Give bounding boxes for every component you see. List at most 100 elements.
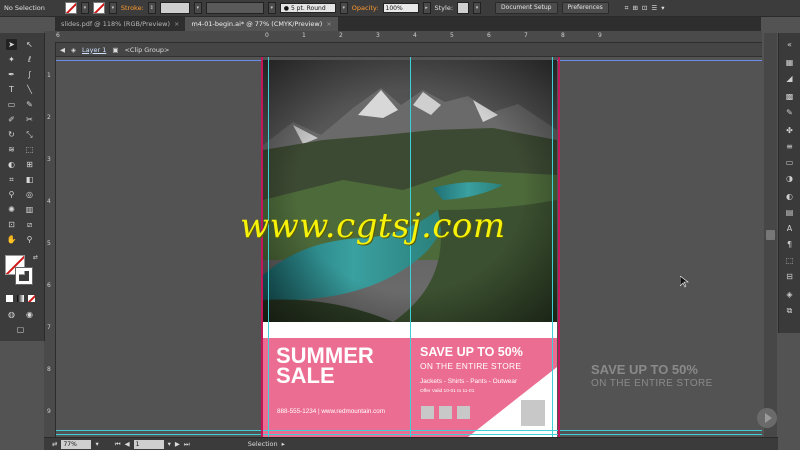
artboards-panel-icon[interactable]: ⧉ (784, 305, 795, 316)
transform-icon[interactable]: ⊞ (632, 4, 637, 12)
prev-artboard-icon[interactable]: ◀ (125, 440, 130, 448)
stroke-weight-stepper[interactable]: ⇕ (147, 2, 156, 14)
guide-line[interactable] (56, 434, 762, 435)
document-setup-button[interactable]: Document Setup (495, 2, 558, 14)
draw-mode-icon[interactable]: ◍ (6, 309, 17, 320)
hand-tool-icon[interactable]: ✋ (6, 234, 17, 245)
mesh-tool-icon[interactable]: ⌗ (6, 174, 17, 185)
stroke-dropdown[interactable]: ▾ (108, 2, 117, 14)
scrollbar-thumb[interactable] (766, 230, 775, 240)
tab-slides[interactable]: slides.pdf @ 118% (RGB/Preview) × (55, 17, 185, 31)
stroke-label[interactable]: Stroke: (121, 4, 144, 12)
stroke-panel-icon[interactable]: ≡ (784, 141, 795, 152)
paintbrush-icon[interactable]: ✎ (24, 99, 35, 110)
direct-selection-tool-icon[interactable]: ↖ (24, 39, 35, 50)
selection-tool-icon[interactable]: ➤ (6, 39, 17, 50)
artboard-tool-icon[interactable]: ⊡ (6, 219, 17, 230)
menu-chevron-icon[interactable]: ▾ (661, 4, 664, 12)
style-dropdown[interactable]: ▾ (473, 2, 482, 14)
symbol-sprayer-icon[interactable]: ✺ (6, 204, 17, 215)
swap-colors-icon[interactable]: ⇄ (30, 252, 41, 263)
zoom-field[interactable]: 77% (61, 439, 92, 449)
fill-dropdown[interactable]: ▾ (80, 2, 89, 14)
breadcrumb-layer[interactable]: Layer 1 (82, 46, 106, 54)
guide-line[interactable] (268, 57, 269, 437)
zoom-dropdown-icon[interactable]: ▾ (95, 440, 98, 448)
opacity-field[interactable]: 100% (382, 3, 419, 13)
lasso-icon[interactable]: ℓ (24, 54, 35, 65)
blend-tool-icon[interactable]: ◎ (24, 189, 35, 200)
shaper-tool-icon[interactable]: ✐ (6, 114, 17, 125)
pasteboard-store-text[interactable]: ON THE ENTIRE STORE (591, 378, 713, 389)
symbols-panel-icon[interactable]: ✤ (784, 125, 795, 136)
guide-line[interactable] (56, 430, 762, 431)
width-tool-icon[interactable]: ≋ (6, 144, 17, 155)
eyedropper-icon[interactable]: ⚲ (6, 189, 17, 200)
swatches-panel-icon[interactable]: ▩ (784, 91, 795, 102)
layers-panel-icon[interactable]: ◈ (784, 289, 795, 300)
perspective-grid-icon[interactable]: ⊞ (24, 159, 35, 170)
free-transform-icon[interactable]: ⬚ (24, 144, 35, 155)
transform-panel-icon[interactable]: ⬚ (784, 255, 795, 266)
first-artboard-icon[interactable]: ⏮ (115, 440, 121, 449)
guide-line[interactable] (552, 57, 553, 437)
color-mode-icon[interactable] (6, 295, 13, 302)
opacity-label[interactable]: Opacity: (352, 4, 379, 12)
preferences-button[interactable]: Preferences (561, 2, 609, 14)
arrange-icon[interactable]: ☰ (651, 4, 657, 12)
last-artboard-icon[interactable]: ⏭ (184, 440, 190, 449)
magic-wand-icon[interactable]: ✦ (6, 54, 17, 65)
zoom-tool-icon[interactable]: ⚲ (24, 234, 35, 245)
close-icon[interactable]: × (174, 17, 179, 31)
character-panel-icon[interactable]: A (784, 223, 795, 234)
align-panel-icon[interactable]: ⊟ (784, 271, 795, 282)
brush-definition[interactable]: ● 5 pt. Round (279, 3, 336, 13)
curvature-tool-icon[interactable]: ∫ (24, 69, 35, 80)
artboard-dropdown-icon[interactable]: ▾ (168, 440, 171, 448)
shape-builder-icon[interactable]: ◐ (6, 159, 17, 170)
profile-dropdown[interactable]: ▾ (267, 2, 276, 14)
video-play-button[interactable] (757, 408, 777, 428)
appearance-panel-icon[interactable]: ◐ (784, 191, 795, 202)
transparency-panel-icon[interactable]: ◑ (784, 173, 795, 184)
breadcrumb-group[interactable]: <Clip Group> (124, 46, 169, 54)
pen-tool-icon[interactable]: ✒ (6, 69, 17, 80)
scissors-icon[interactable]: ✂ (24, 114, 35, 125)
column-graph-icon[interactable]: ▥ (24, 204, 35, 215)
status-arrow-icon[interactable]: ▸ (282, 440, 285, 448)
rotate-tool-icon[interactable]: ↻ (6, 129, 17, 140)
variable-width-profile[interactable] (205, 2, 264, 14)
scale-tool-icon[interactable]: ⤡ (24, 129, 35, 140)
pasteboard-save-text[interactable]: SAVE UP TO 50% (591, 362, 698, 377)
tab-m4-begin[interactable]: m4-01-begin.ai* @ 77% (CMYK/Preview) × (185, 17, 338, 31)
horizontal-ruler[interactable]: 6 0 1 2 3 4 5 6 7 8 9 (44, 31, 762, 43)
stroke-swatch[interactable] (92, 2, 105, 14)
color-panel-icon[interactable]: ▦ (784, 57, 795, 68)
back-arrow-icon[interactable]: ◀ (60, 46, 65, 54)
stroke-weight-field[interactable] (159, 2, 190, 14)
type-tool-icon[interactable]: T (6, 84, 17, 95)
brushes-panel-icon[interactable]: ✎ (784, 107, 795, 118)
slice-tool-icon[interactable]: ⧄ (24, 219, 35, 230)
gradient-tool-icon[interactable]: ◧ (24, 174, 35, 185)
brush-dropdown[interactable]: ▾ (339, 2, 348, 14)
collapse-chevron-icon[interactable]: « (784, 39, 795, 50)
style-swatch[interactable] (457, 2, 470, 14)
guide-line[interactable] (410, 57, 411, 437)
close-icon[interactable]: × (326, 17, 331, 31)
gradient-mode-icon[interactable] (17, 295, 24, 302)
rectangle-tool-icon[interactable]: ▭ (6, 99, 17, 110)
fill-swatch[interactable] (64, 2, 77, 14)
artboard-number-field[interactable]: 1 (133, 439, 164, 449)
color-guide-icon[interactable]: ◢ (784, 73, 795, 84)
zoom-stepper-icon[interactable]: ⇄ (52, 440, 57, 448)
opacity-dropdown[interactable]: ▸ (422, 2, 431, 14)
graphic-styles-icon[interactable]: ▤ (784, 207, 795, 218)
line-tool-icon[interactable]: ╲ (24, 84, 35, 95)
paragraph-panel-icon[interactable]: ¶ (784, 239, 795, 250)
vertical-ruler[interactable]: 1 2 3 4 5 6 7 8 9 (44, 42, 56, 438)
screen-mode-icon[interactable]: ▢ (15, 324, 26, 335)
isolate-icon[interactable]: ⊡ (642, 4, 647, 12)
stroke-weight-dropdown[interactable]: ▾ (193, 2, 202, 14)
stroke-color-box[interactable] (15, 267, 33, 285)
